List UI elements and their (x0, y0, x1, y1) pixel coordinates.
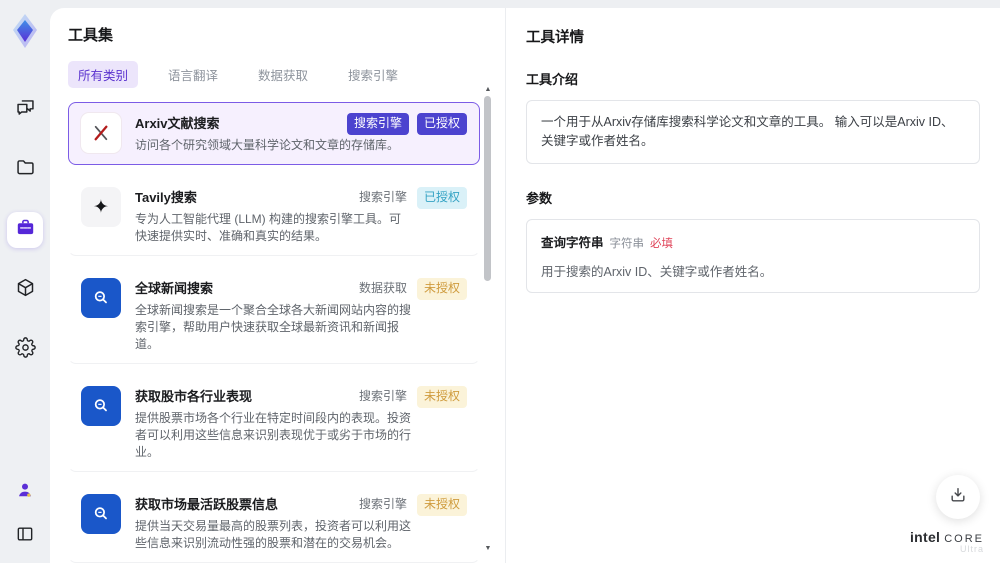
brand-core: core (944, 532, 984, 545)
tool-description: 提供当天交易量最高的股票列表，投资者可以利用这些信息来识别流动性强的股票和潜在的… (135, 519, 412, 551)
tool-badges: 搜索引擎 已授权 (346, 113, 467, 135)
params-heading: 参数 (526, 190, 553, 206)
user-icon (15, 480, 35, 505)
tool-badges: 数据获取 未授权 (357, 278, 467, 300)
download-icon (948, 485, 968, 510)
briefcase-icon (15, 217, 36, 243)
intro-text: 一个用于从Arxiv存储库搜索科学论文和文章的工具。 输入可以是Arxiv ID… (541, 115, 954, 148)
tool-list: Arxiv文献搜索 访问各个研究领域大量科学论文和文章的存储库。 搜索引擎 已授… (68, 102, 480, 563)
tool-badges: 搜索引擎 未授权 (357, 494, 467, 516)
tool-row[interactable]: Arxiv文献搜索 访问各个研究领域大量科学论文和文章的存储库。 搜索引擎 已授… (68, 102, 480, 166)
download-button[interactable] (936, 475, 980, 519)
param-header: 查询字符串 字符串 必填 (541, 232, 965, 252)
tool-list-panel: 工具集 所有类别 语言翻译 数据获取 搜索引擎 Arxiv文献搜索 访问各个研究领域大… (50, 8, 505, 563)
tool-description: 全球新闻搜索是一个聚合全球各大新闻网站内容的搜索引擎，帮助用户快速获取全球最新资… (135, 303, 412, 352)
tool-row[interactable]: ✦ Tavily搜索 专为人工智能代理 (LLM) 构建的搜索引擎工具。可快速提… (68, 176, 480, 257)
brand-intel: intel (909, 528, 941, 545)
sidebar-item-profile[interactable] (10, 477, 40, 507)
cube-icon (15, 277, 36, 303)
folder-icon (15, 157, 36, 183)
sidebar (0, 0, 50, 563)
intro-box: 一个用于从Arxiv存储库搜索科学论文和文章的工具。 输入可以是Arxiv ID… (526, 100, 980, 164)
intro-heading: 工具介绍 (526, 72, 579, 87)
tool-status-badge: 未授权 (416, 386, 467, 408)
tool-description: 访问各个研究领域大量科学论文和文章的存储库。 (135, 138, 400, 152)
tool-row[interactable]: 获取股市各行业表现 提供股票市场各个行业在特定时间段内的表现。投资者可以利用这些… (68, 375, 480, 473)
param-type: 字符串 (609, 237, 645, 250)
tool-row[interactable]: 全球新闻搜索 全球新闻搜索是一个聚合全球各大新闻网站内容的搜索引擎，帮助用户快速… (68, 267, 480, 365)
sidebar-item-collapse[interactable] (10, 521, 40, 551)
panel-icon (15, 524, 35, 549)
scrollbar-thumb[interactable] (484, 96, 491, 281)
sidebar-item-settings[interactable] (7, 332, 43, 368)
page-title: 工具集 (68, 27, 114, 44)
scroll-up-icon[interactable]: ▲ (484, 86, 492, 94)
scroll-down-icon[interactable]: ▼ (484, 545, 492, 553)
param-box: 查询字符串 字符串 必填 用于搜索的Arxiv ID、关键字或作者姓名。 (526, 218, 980, 293)
sidebar-item-files[interactable] (7, 152, 43, 188)
tab-all[interactable]: 所有类别 (68, 61, 139, 88)
search-blue-icon (81, 278, 121, 319)
tool-badges: 搜索引擎 未授权 (357, 386, 467, 408)
tool-status-badge: 未授权 (416, 278, 467, 300)
sparkle-icon: ✦ (81, 187, 121, 228)
search-blue-icon (81, 386, 121, 427)
chat-icon (15, 97, 36, 123)
tool-category-badge: 搜索引擎 (358, 389, 407, 404)
tab-search[interactable]: 搜索引擎 (338, 61, 408, 88)
tool-status-badge: 未授权 (416, 494, 467, 516)
tool-badges: 搜索引擎 已授权 (357, 187, 467, 209)
tab-data[interactable]: 数据获取 (248, 61, 318, 88)
tool-category-badge: 搜索引擎 (346, 113, 409, 135)
tool-status-badge: 已授权 (416, 113, 467, 135)
arxiv-icon (81, 113, 121, 153)
detail-title: 工具详情 (526, 30, 584, 46)
tab-translation[interactable]: 语言翻译 (158, 61, 228, 88)
tool-row[interactable]: 获取市场最活跃股票信息 提供当天交易量最高的股票列表，投资者可以利用这些信息来识… (68, 483, 480, 563)
tool-description: 提供股票市场各个行业在特定时间段内的表现。投资者可以利用这些信息来识别表现优于或… (135, 411, 412, 460)
tool-detail-panel: 工具详情 工具介绍 一个用于从Arxiv存储库搜索科学论文和文章的工具。 输入可… (505, 8, 1000, 563)
intel-core-logo: intel core Ultra (909, 528, 984, 555)
tool-category-badge: 搜索引擎 (358, 497, 407, 512)
sidebar-item-models[interactable] (7, 272, 43, 308)
param-description: 用于搜索的Arxiv ID、关键字或作者姓名。 (541, 264, 773, 279)
sidebar-item-chat[interactable] (7, 92, 43, 128)
tool-description: 专为人工智能代理 (LLM) 构建的搜索引擎工具。可快速提供实时、准确和真实的结… (135, 212, 402, 244)
scrollbar[interactable]: ▲ ▼ (484, 86, 492, 553)
tool-category-badge: 搜索引擎 (358, 190, 407, 205)
gear-icon (14, 337, 36, 363)
tool-category-badge: 数据获取 (358, 281, 407, 296)
app-logo-icon (8, 12, 42, 50)
sidebar-nav (7, 92, 43, 368)
brand-ultra: Ultra (959, 544, 984, 555)
tool-status-badge: 已授权 (416, 187, 467, 209)
main-card: 工具集 所有类别 语言翻译 数据获取 搜索引擎 Arxiv文献搜索 访问各个研究领域大… (50, 8, 1000, 563)
param-required-badge: 必填 (650, 237, 674, 250)
param-name: 查询字符串 (541, 235, 604, 250)
sidebar-bottom (10, 477, 40, 551)
search-blue-icon (81, 494, 121, 535)
sidebar-item-toolset[interactable] (7, 212, 43, 248)
category-tabs: 所有类别 语言翻译 数据获取 搜索引擎 (68, 61, 505, 88)
